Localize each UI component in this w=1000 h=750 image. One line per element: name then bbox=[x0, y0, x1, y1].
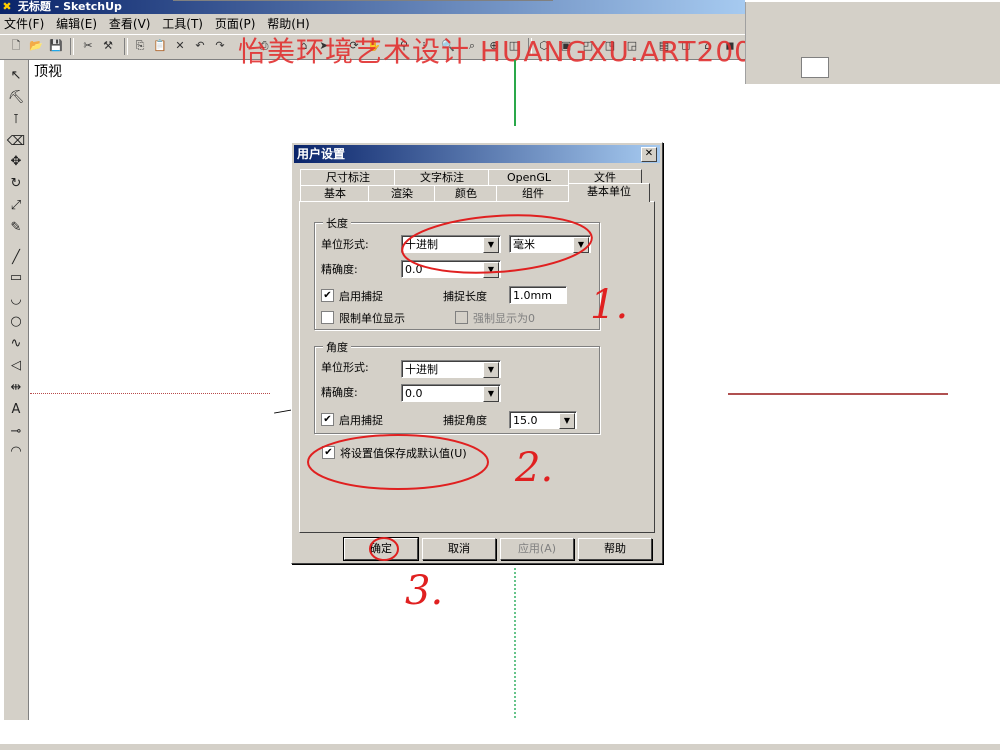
annotation-circle-save-default bbox=[307, 434, 489, 490]
annotation-step-2: 2. bbox=[515, 445, 554, 491]
annotation-overlay bbox=[307, 214, 593, 561]
annotation-step-3: 3. bbox=[405, 568, 444, 614]
annotation-circle-unit bbox=[401, 214, 593, 274]
annotation-circle-ok bbox=[369, 537, 399, 561]
annotation-step-1: 1. bbox=[590, 282, 629, 328]
status-strip bbox=[0, 744, 1000, 750]
tab-basic-units[interactable]: 基本单位 bbox=[568, 183, 650, 202]
